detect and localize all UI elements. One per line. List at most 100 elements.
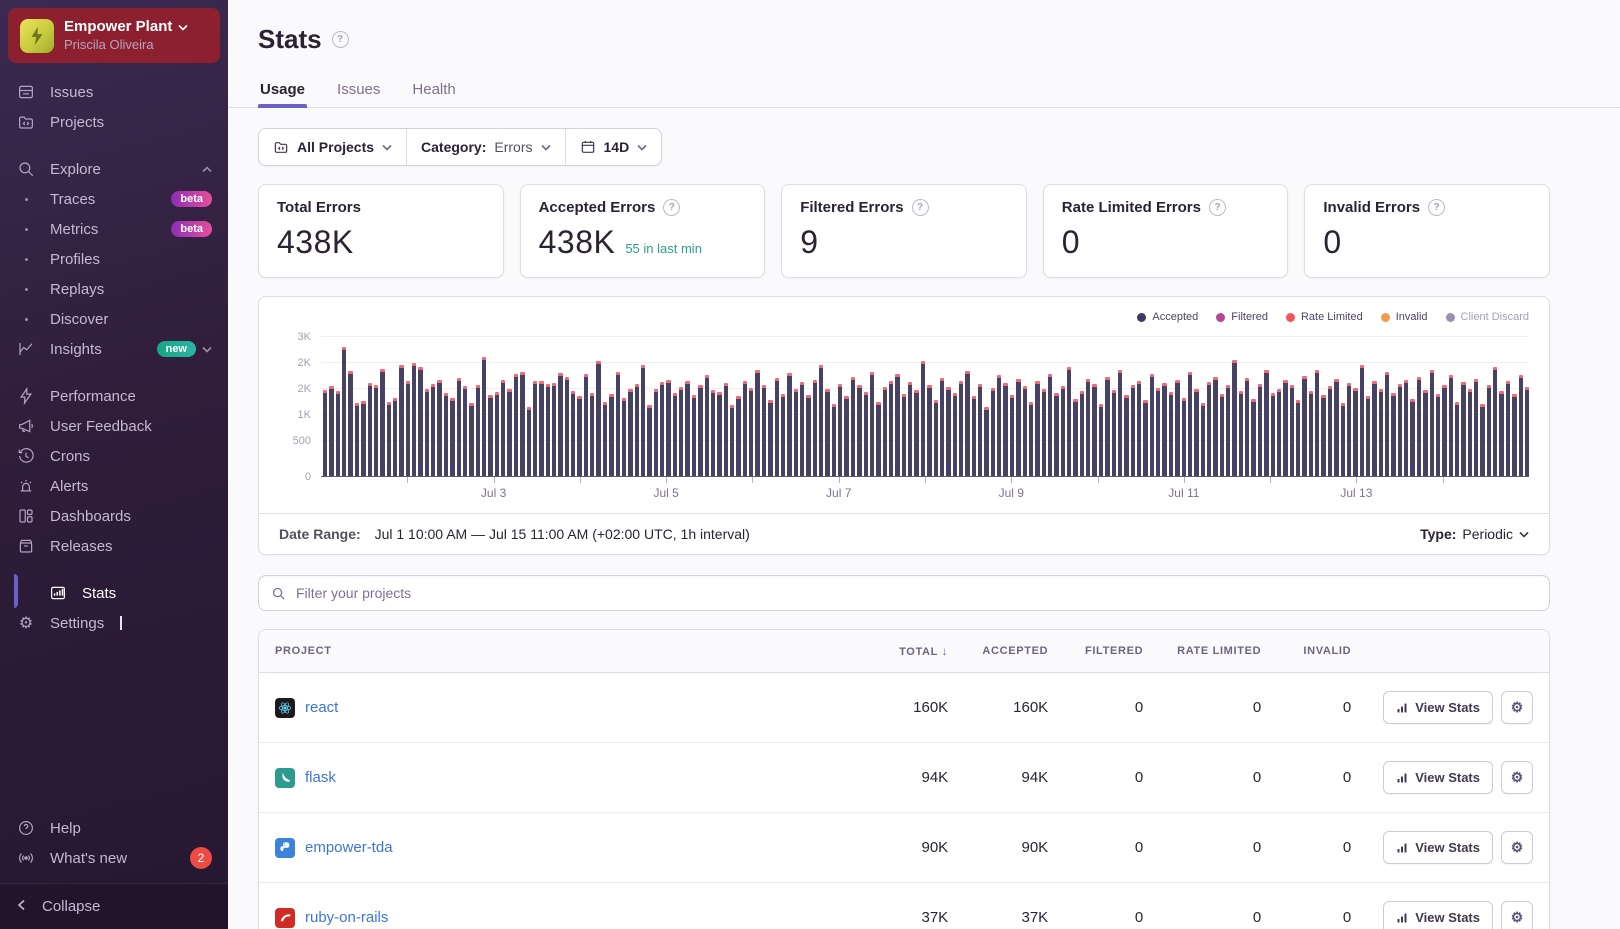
filtered-errors-value: 9 <box>800 224 819 260</box>
page-filter-bar: All Projects Category: Errors 14D <box>258 128 663 166</box>
sidebar-item-crons[interactable]: Crons <box>0 441 228 471</box>
legend-dot <box>1445 312 1455 322</box>
sidebar-item-settings[interactable]: ⚙ Settings <box>0 608 228 638</box>
sidebar-item-help[interactable]: Help <box>0 813 228 843</box>
legend-rate-limited[interactable]: Rate Limited <box>1285 311 1363 323</box>
dashboard-grid-icon <box>16 507 36 525</box>
project-settings-button[interactable]: ⚙ <box>1501 831 1533 864</box>
active-accent-bar <box>14 574 18 608</box>
lightning-icon <box>16 387 36 405</box>
stat-card-rate-limited-errors: Rate Limited Errors? 0 <box>1042 184 1289 278</box>
org-switcher[interactable]: Empower Plant Priscila Oliveira <box>8 8 220 63</box>
page-help-icon[interactable]: ? <box>331 31 349 48</box>
sidebar-item-profiles[interactable]: Profiles <box>0 244 228 274</box>
search-input[interactable] <box>296 585 1537 601</box>
chevron-down-icon <box>637 144 647 151</box>
stat-card-invalid-errors: Invalid Errors? 0 <box>1304 184 1550 278</box>
help-icon[interactable]: ? <box>1428 199 1446 216</box>
sidebar: Empower Plant Priscila Oliveira Issues P… <box>0 0 228 929</box>
project-settings-button[interactable]: ⚙ <box>1501 691 1533 724</box>
project-link[interactable]: ruby-on-rails <box>305 909 388 926</box>
tab-health[interactable]: Health <box>410 75 457 107</box>
sidebar-item-releases[interactable]: Releases <box>0 531 228 561</box>
tab-issues[interactable]: Issues <box>335 75 382 107</box>
x-tick-label: Jul 3 <box>480 486 507 500</box>
bar-chart-icon <box>1397 913 1407 922</box>
sidebar-item-projects[interactable]: Projects <box>0 107 228 137</box>
react-platform-icon <box>275 697 295 718</box>
project-search <box>258 575 1550 611</box>
rate-limited-errors-value: 0 <box>1061 224 1081 260</box>
gear-icon: ⚙ <box>18 615 34 632</box>
project-link[interactable]: empower-tda <box>305 839 393 856</box>
gear-icon: ⚙ <box>1510 769 1524 785</box>
stat-card-total-errors: Total Errors 438K <box>258 184 504 278</box>
beta-badge: beta <box>171 191 212 207</box>
table-row: ruby-on-rails 37K 37K 0 0 0 View Stats ⚙ <box>259 883 1549 929</box>
project-link[interactable]: flask <box>305 769 336 786</box>
stat-card-accepted-errors: Accepted Errors? 438K 55 in last min <box>519 184 766 278</box>
y-tick-label: 2K <box>297 357 311 369</box>
sidebar-item-stats[interactable]: Stats <box>0 574 228 608</box>
bullet-icon <box>16 228 36 231</box>
legend-filtered[interactable]: Filtered <box>1216 311 1268 323</box>
sidebar-item-issues[interactable]: Issues <box>0 77 228 107</box>
date-range-label: Date Range: <box>279 526 361 542</box>
view-stats-button[interactable]: View Stats <box>1383 831 1493 864</box>
sidebar-item-explore[interactable]: Explore <box>0 154 228 184</box>
help-icon[interactable]: ? <box>663 199 681 216</box>
sidebar-item-alerts[interactable]: Alerts <box>0 471 228 501</box>
view-stats-button[interactable]: View Stats <box>1383 901 1493 929</box>
col-project[interactable]: Project <box>259 630 870 673</box>
sidebar-item-dashboards[interactable]: Dashboards <box>0 501 228 531</box>
stat-card-filtered-errors: Filtered Errors? 9 <box>781 184 1027 278</box>
date-range-dropdown[interactable]: 14D <box>564 129 662 165</box>
bar-chart-icon <box>1397 703 1407 712</box>
sidebar-item-discover[interactable]: Discover <box>0 304 228 334</box>
sidebar-collapse-button[interactable]: Collapse <box>0 883 228 929</box>
chart-legend: Accepted Filtered Rate Limited Invalid C… <box>259 297 1549 323</box>
gear-icon: ⚙ <box>1510 839 1524 855</box>
text-caret <box>120 616 122 630</box>
search-icon <box>16 160 36 178</box>
bar-chart-icon <box>48 584 68 602</box>
sidebar-item-traces[interactable]: Traces beta <box>0 184 228 214</box>
col-rate-limited[interactable]: Rate Limited <box>1159 630 1278 673</box>
bullet-icon <box>16 258 36 261</box>
sidebar-item-whats-new[interactable]: What's new 2 <box>0 843 228 873</box>
project-link[interactable]: react <box>305 699 338 716</box>
stat-cards-row: Total Errors 438K Accepted Errors? 438K 5… <box>258 184 1550 278</box>
legend-dot <box>1380 312 1390 322</box>
help-icon[interactable]: ? <box>1209 199 1226 216</box>
tab-usage[interactable]: Usage <box>258 75 308 108</box>
project-settings-button[interactable]: ⚙ <box>1501 761 1533 794</box>
help-icon[interactable]: ? <box>911 199 929 216</box>
project-settings-button[interactable]: ⚙ <box>1501 901 1533 929</box>
table-row: react 160K 160K 0 0 0 View Stats ⚙ <box>259 672 1549 743</box>
sidebar-item-replays[interactable]: Replays <box>0 274 228 304</box>
legend-client-discard[interactable]: Client Discard <box>1445 311 1529 323</box>
col-filtered[interactable]: Filtered <box>1064 630 1160 673</box>
sidebar-item-user-feedback[interactable]: User Feedback <box>0 411 228 441</box>
legend-accepted[interactable]: Accepted <box>1137 311 1198 323</box>
x-tick-label: Jul 9 <box>998 486 1024 500</box>
category-filter-dropdown[interactable]: Category: Errors <box>406 129 564 165</box>
col-total[interactable]: Total ↓ <box>869 630 965 673</box>
legend-invalid[interactable]: Invalid <box>1380 311 1428 323</box>
col-accepted[interactable]: Accepted <box>964 630 1065 673</box>
x-tick-label: Jul 7 <box>826 486 852 500</box>
python-platform-icon <box>275 837 295 858</box>
type-dropdown[interactable]: Type: Periodic <box>1420 526 1529 542</box>
bullet-icon <box>16 318 36 321</box>
view-stats-button[interactable]: View Stats <box>1383 761 1493 794</box>
sidebar-item-performance[interactable]: Performance <box>0 381 228 411</box>
bar-chart-plot[interactable]: 3K 2K 2K 1K 500 0 <box>293 331 1530 483</box>
view-stats-button[interactable]: View Stats <box>1383 691 1493 724</box>
project-filter-dropdown[interactable]: All Projects <box>259 129 406 165</box>
col-invalid[interactable]: Invalid <box>1277 630 1368 673</box>
table-row: empower-tda 90K 90K 0 0 0 View Stats ⚙ <box>259 812 1549 883</box>
sidebar-item-insights[interactable]: Insights new <box>0 334 228 364</box>
rails-platform-icon <box>275 907 295 928</box>
sidebar-item-metrics[interactable]: Metrics beta <box>0 214 228 244</box>
notification-badge: 2 <box>190 847 212 869</box>
